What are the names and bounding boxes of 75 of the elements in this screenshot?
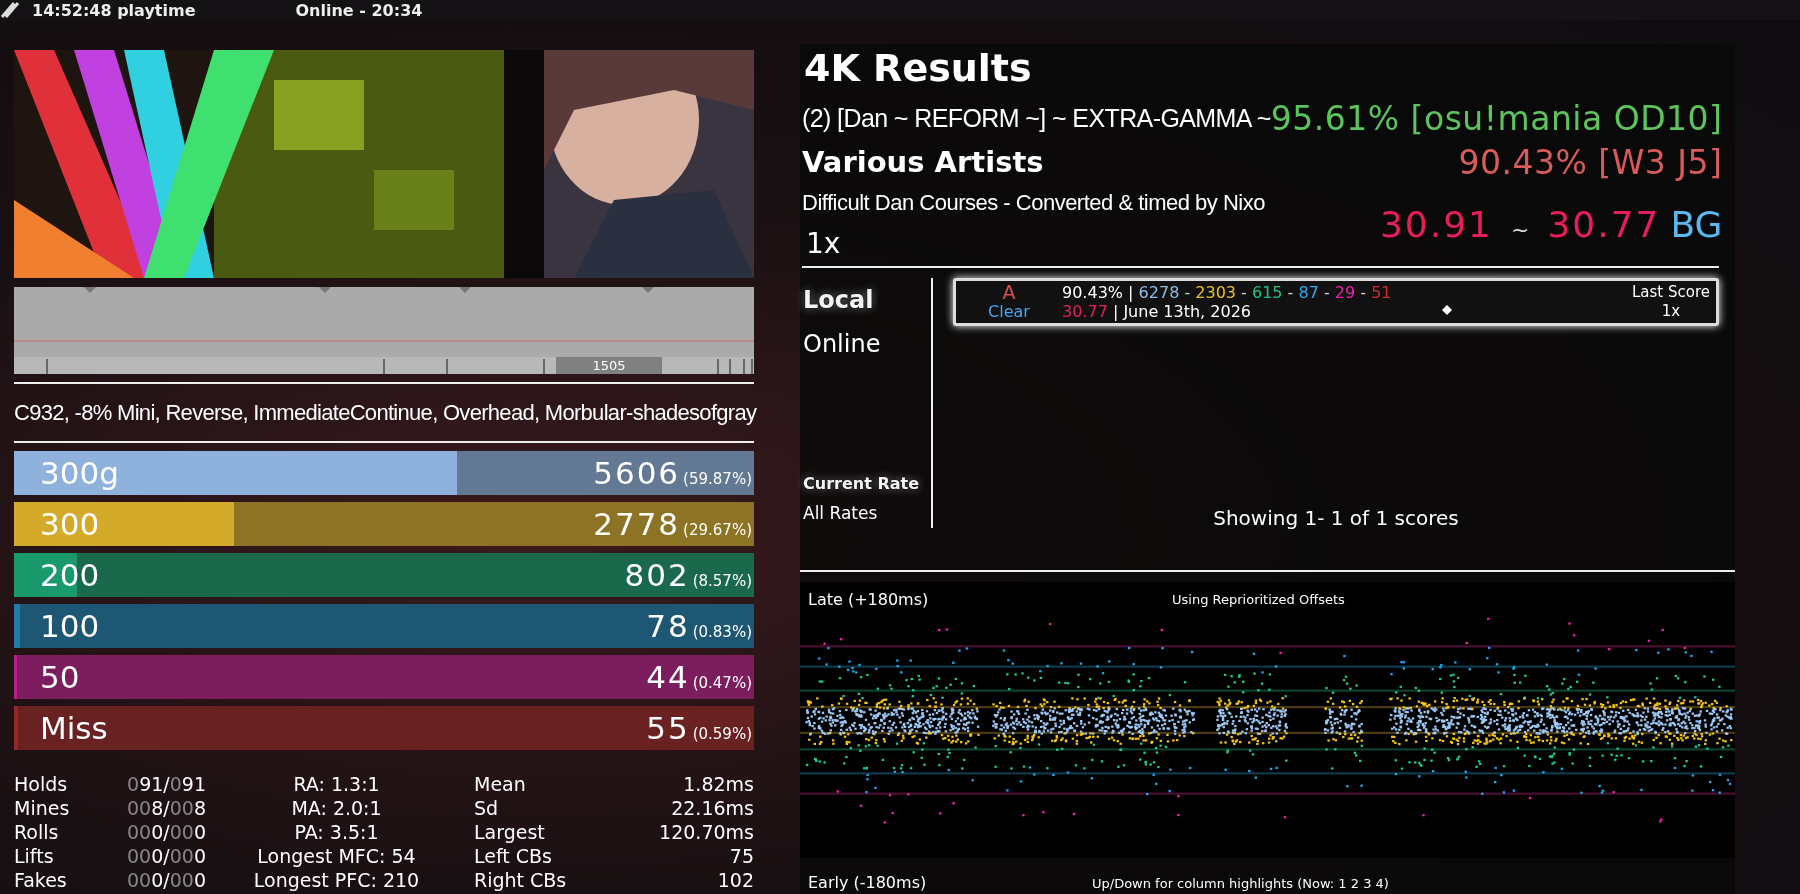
judgment-name: Miss (40, 710, 108, 746)
offset-mode-label: Using Reprioritized Offsets (1172, 592, 1345, 607)
score-entry[interactable]: A Clear 90.43% | 6278 - 2303 - 615 - 87 - 29 - 51 30.77 | June 13th, 2026 Last Score 1x (953, 278, 1719, 326)
bg-label: BG (1670, 203, 1723, 245)
judgment-percent: (8.57%) (692, 572, 752, 590)
judgment-name: 100 (40, 608, 100, 644)
clear-type-text: Clear (988, 302, 1030, 321)
judgment-counts-text: 90.43% | 6278 - 2303 - 615 - 87 - 29 - 51 (1062, 283, 1393, 302)
judgment-percent: (0.59%) (692, 725, 752, 743)
judgment-count: 2778 (593, 506, 681, 542)
song-title: (2) [Dan ~ REFORM ~] ~ EXTRA-GAMMA ~ (802, 103, 1271, 133)
stat-label: Rolls (14, 821, 59, 843)
source-tab[interactable]: Online (803, 322, 881, 366)
judgment-count: 55 (646, 710, 690, 746)
column-highlight-hint: Up/Down for column highlights (Now: 1 2 3 4) (1092, 876, 1389, 891)
diamond-icon (1441, 305, 1452, 315)
judgment-percent: (29.67%) (683, 521, 752, 539)
msd-separator: ~ (1510, 216, 1530, 242)
artist-name: Various Artists (802, 145, 1045, 179)
scores-count-text: Showing 1- 1 of 1 scores (1213, 506, 1459, 530)
source-tab[interactable]: Local (803, 278, 874, 322)
rate-filter-tab[interactable]: Current Rate (803, 468, 919, 498)
stat-value: 102 (717, 869, 754, 891)
stat-value: 000/000 (127, 821, 206, 843)
judgment-percent: (59.87%) (683, 470, 752, 488)
stat-label: Sd (474, 797, 499, 819)
rate-text: 1x (805, 226, 842, 260)
stat-label: Right CBs (474, 869, 567, 891)
msd-value: 30.91 (1379, 203, 1493, 245)
early-axis-label: Early (-180ms) (808, 873, 927, 892)
stat-label: Fakes (14, 869, 67, 891)
stat-value: 000/000 (127, 845, 206, 867)
grade-text: A (1002, 283, 1016, 302)
online-status-text: Online - 20:34 (295, 0, 423, 20)
stat-label: Mean (474, 773, 526, 795)
late-axis-label: Late (+180ms) (808, 590, 929, 609)
rate-filter-tab[interactable]: All Rates (803, 498, 878, 528)
playtime-text: 14:52:48 playtime (32, 0, 196, 20)
stat-value: 22.16ms (671, 797, 754, 819)
judgment-count: 802 (624, 557, 690, 593)
judgment-percent: (0.47%) (692, 674, 752, 692)
ratio-text: Longest MFC: 54 (256, 844, 417, 868)
timeline-marker-label: 1505 (556, 357, 662, 374)
stat-label: Lifts (14, 845, 54, 867)
judgment-name: 50 (40, 659, 80, 695)
judgment-count: 44 (646, 659, 690, 695)
judgment-count: 78 (646, 608, 690, 644)
msd-value: 30.77 (1547, 203, 1661, 245)
judgment-name: 300g (40, 455, 119, 491)
score-label: Last Score (1631, 283, 1710, 302)
stat-label: Holds (14, 773, 68, 795)
stat-value: 000/000 (127, 869, 206, 891)
ratio-text: RA: 1.3:1 (292, 772, 381, 796)
primary-score: 95.61% [osu!mania OD10] (1270, 98, 1723, 138)
stat-label: Largest (474, 821, 545, 843)
ratio-text: Longest PFC: 210 (252, 868, 421, 892)
secondary-score: 90.43% [W3 J5] (1458, 142, 1723, 182)
stat-value: 120.70ms (659, 821, 754, 843)
stat-label: Left CBs (474, 845, 552, 867)
judgment-name: 200 (40, 557, 100, 593)
results-title: 4K Results (803, 45, 1033, 92)
stat-value: 008/008 (127, 797, 206, 819)
stat-value: 75 (729, 845, 754, 867)
pack-name: Difficult Dan Courses - Converted & timed by Nixo (802, 190, 1266, 216)
logo-icon (0, 1, 20, 19)
judgment-name: 300 (40, 506, 100, 542)
ratio-text: MA: 2.0:1 (290, 796, 383, 820)
score-details-text: 30.77 | June 13th, 2026 (1062, 302, 1252, 321)
stat-value: 1.82ms (683, 773, 754, 795)
stat-label: Mines (14, 797, 70, 819)
judgment-percent: (0.83%) (692, 623, 752, 641)
ratio-text: PA: 3.5:1 (293, 820, 380, 844)
judgment-count: 5606 (593, 455, 681, 491)
score-rate: 1x (1661, 302, 1681, 321)
stat-value: 091/091 (127, 773, 206, 795)
